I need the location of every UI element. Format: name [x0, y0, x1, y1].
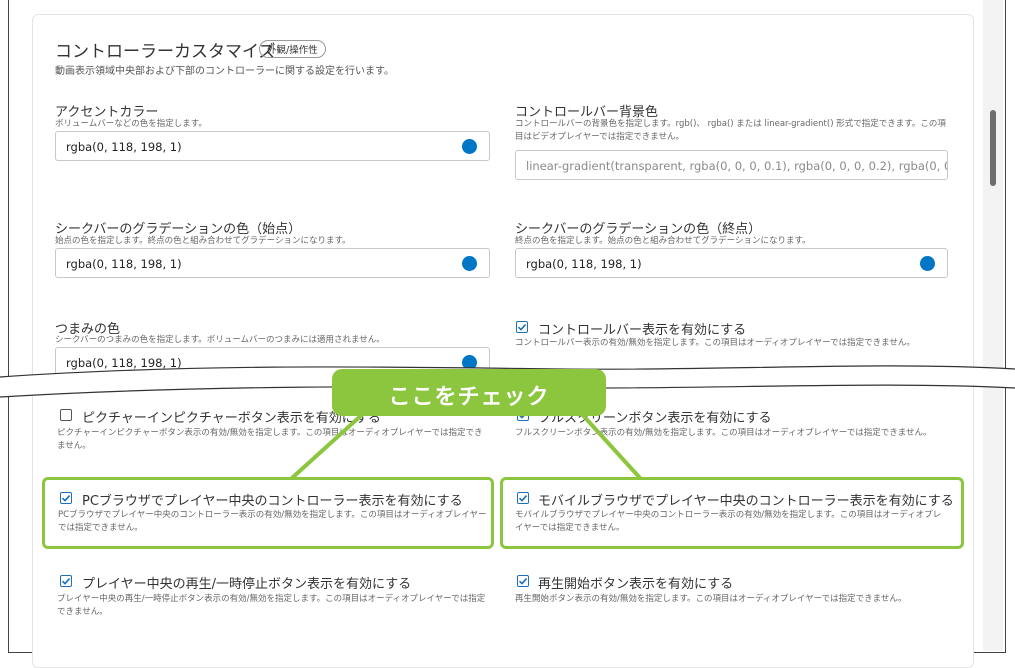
checkmark-icon — [518, 578, 528, 585]
section-badge: 外観/操作性 — [259, 40, 326, 58]
center-play-pause-label[interactable]: プレイヤー中央の再生/一時停止ボタン表示を有効にする — [82, 573, 411, 592]
callout-text: ここをチェック — [388, 385, 550, 410]
accent-color-input[interactable]: rgba(0, 118, 198, 1) — [55, 131, 490, 161]
controlbar-display-description: コントロールバー表示の有効/無効を指定します。この項目はオーディオプレイヤーでは… — [515, 338, 915, 348]
start-button-checkbox[interactable] — [517, 575, 529, 587]
controlbar-display-checkbox[interactable] — [516, 321, 528, 333]
pip-button-checkbox[interactable] — [60, 409, 72, 421]
checkmark-icon — [517, 324, 527, 331]
seek-gradient-start-input[interactable]: rgba(0, 118, 198, 1) — [55, 248, 490, 278]
seek-gradient-start-value: rgba(0, 118, 198, 1) — [66, 257, 182, 271]
color-swatch-icon[interactable] — [462, 256, 477, 271]
seek-gradient-end-input[interactable]: rgba(0, 118, 198, 1) — [515, 248, 948, 278]
color-swatch-icon[interactable] — [462, 139, 477, 154]
start-button-description: 再生開始ボタン表示の有効/無効を指定します。この項目はオーディオプレイヤーでは指… — [515, 594, 907, 604]
seek-gradient-start-description: 始点の色を指定します。終点の色と組み合わせてグラデーションになります。 — [55, 236, 351, 246]
controlbar-bg-placeholder: linear-gradient(transparent, rgba(0, 0, … — [526, 159, 947, 173]
knob-color-description: シークバーのつまみの色を指定します。ボリュームバーのつまみには適用されません。 — [55, 335, 385, 345]
fullscreen-button-description: フルスクリーンボタン表示の有効/無効を指定します。この項目はオーディオプレイヤー… — [515, 428, 932, 438]
section-title: コントローラーカスタマイズ — [55, 42, 276, 62]
controlbar-bg-input[interactable]: linear-gradient(transparent, rgba(0, 0, … — [515, 150, 948, 180]
highlight-box-pc — [42, 477, 494, 549]
section-description: 動画表示領域中央部および下部のコントローラーに関する設定を行います。 — [55, 66, 394, 77]
accent-color-value: rgba(0, 118, 198, 1) — [66, 140, 182, 154]
accent-color-description: ボリュームバーなどの色を指定します。 — [55, 119, 207, 129]
seek-gradient-end-value: rgba(0, 118, 198, 1) — [526, 257, 642, 271]
pip-button-description: ピクチャーインピクチャーボタン表示の有効/無効を指定します。この項目はオーディオ… — [57, 428, 483, 451]
center-play-pause-description: プレイヤー中央の再生/一時停止ボタン表示の有効/無効を指定します。この項目はオー… — [57, 594, 486, 617]
checkmark-icon — [61, 578, 71, 585]
callout-bubble: ここをチェック — [332, 369, 606, 416]
start-button-label[interactable]: 再生開始ボタン表示を有効にする — [538, 573, 733, 592]
controlbar-bg-description: コントロールバーの背景色を指定します。rgb()、 rgba() または lin… — [515, 119, 946, 142]
controlbar-display-label[interactable]: コントロールバー表示を有効にする — [538, 319, 746, 338]
center-play-pause-checkbox[interactable] — [60, 575, 72, 587]
highlight-box-mobile — [500, 477, 964, 549]
color-swatch-icon[interactable] — [920, 256, 935, 271]
seek-gradient-end-description: 終点の色を指定します。始点の色と組み合わせてグラデーションになります。 — [515, 236, 811, 246]
scrollbar-track[interactable] — [983, 0, 1003, 651]
scrollbar-thumb[interactable] — [990, 110, 996, 186]
